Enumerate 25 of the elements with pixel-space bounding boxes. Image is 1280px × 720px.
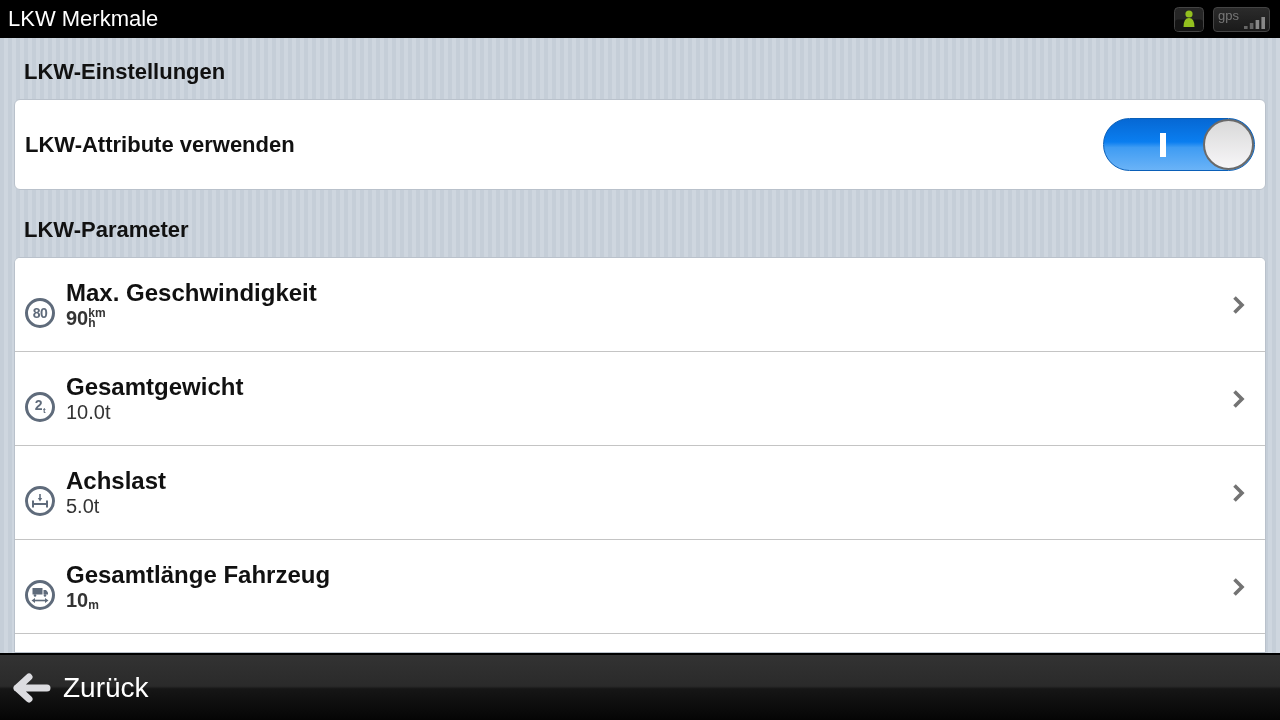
- truck-length-icon: [25, 579, 55, 610]
- chevron-right-icon: [1232, 294, 1245, 315]
- parameter-title: Gesamtlänge Fahrzeug: [66, 561, 331, 589]
- weight-limit-sign: 2$_{t}$: [25, 391, 55, 422]
- parameter-title: Max. Geschwindigkeit: [66, 279, 317, 307]
- person-icon: [1174, 6, 1204, 32]
- signal-bars-icon: [1244, 14, 1266, 29]
- parameter-value: 5.0t: [66, 495, 100, 518]
- gps-label: gps: [1218, 8, 1239, 22]
- parameter-value: 10.0t: [66, 401, 111, 424]
- chevron-right-icon: [1232, 576, 1245, 597]
- arrow-left-icon: [12, 672, 51, 703]
- section-heading: LKW-Einstellungen: [24, 58, 226, 86]
- toggle-label: LKW-Attribute verwenden: [25, 130, 295, 159]
- parameter-title: Achslast: [66, 467, 167, 495]
- back-button[interactable]: Zurück: [12, 671, 149, 704]
- toggle-switch[interactable]: [1103, 118, 1255, 171]
- chevron-right-icon: [1232, 482, 1245, 503]
- chevron-right-icon: [1232, 388, 1245, 409]
- parameter-title: Gesamtgewicht: [66, 373, 244, 401]
- section-heading: LKW-Parameter: [24, 216, 189, 244]
- speed-limit-sign: 80: [25, 297, 55, 328]
- parameter-value: 10$_{m}$: [66, 589, 99, 612]
- window-title: LKW Merkmale: [8, 6, 159, 32]
- axle-icon: [25, 485, 55, 516]
